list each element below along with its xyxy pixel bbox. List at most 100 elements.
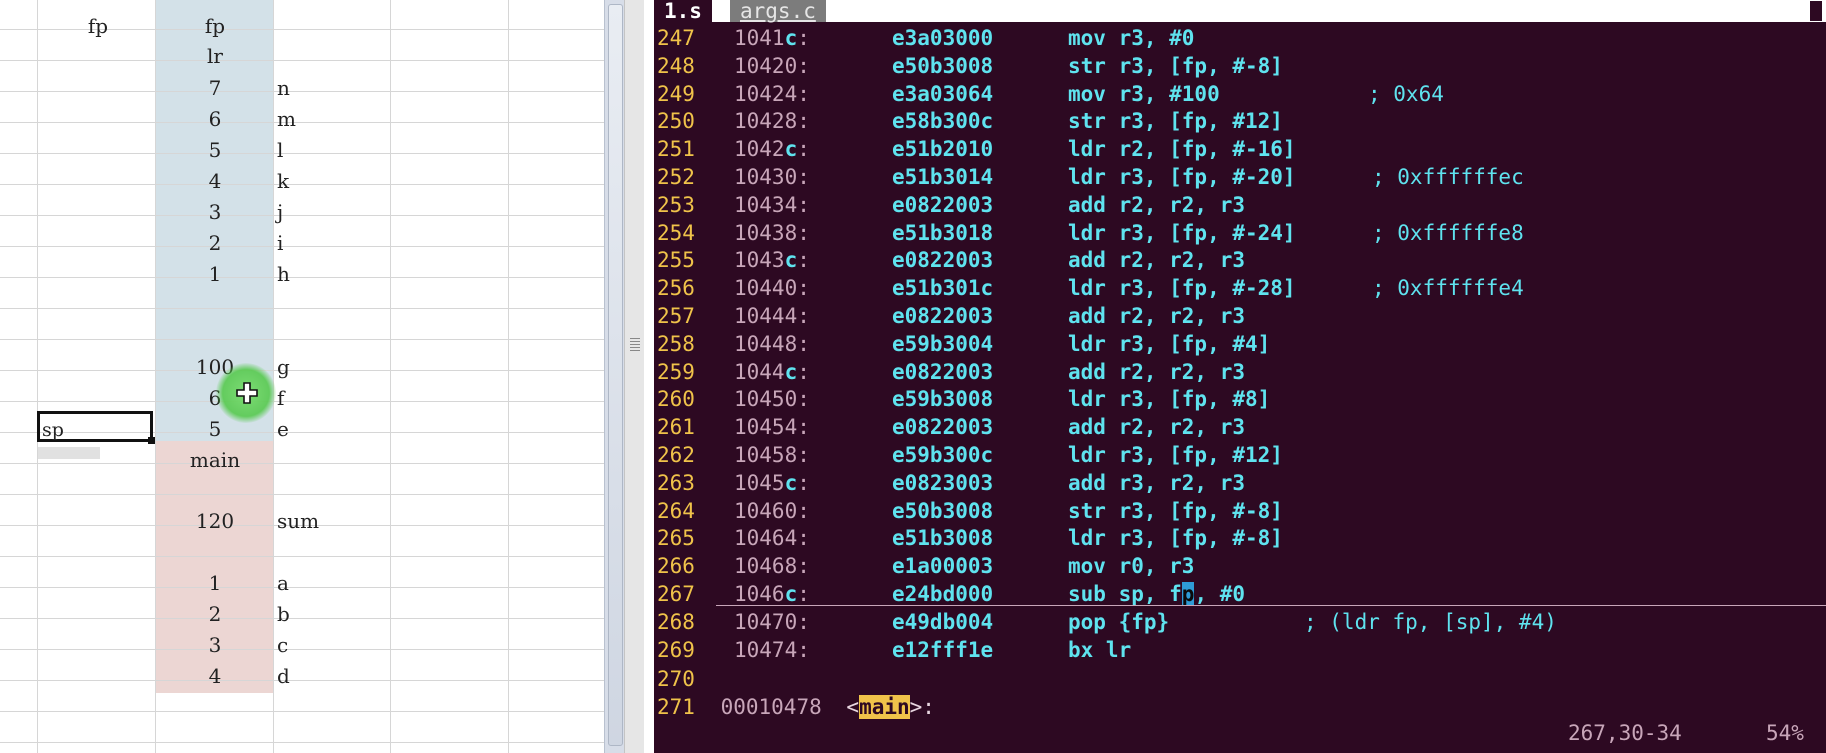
stack-value-cell[interactable]: 120 xyxy=(156,509,274,533)
code-line[interactable]: 268 10470: e49db004 pop {fp} ; (ldr fp, [sp]… xyxy=(654,610,1826,636)
tab-1-s[interactable]: 1.s xyxy=(654,0,712,22)
stack-label-cell[interactable]: m xyxy=(277,107,296,131)
code-line[interactable]: 261 10454: e0822003 add r2, r2, r3 xyxy=(654,415,1826,441)
code-line[interactable]: 255 1043c: e0822003 add r2, r2, r3 xyxy=(654,248,1826,274)
vim-editor-pane[interactable]: 1.s args.c 247 1041c: e3a03000 mov r3, #0 24… xyxy=(654,0,1826,753)
assembly-instruction[interactable]: bx lr xyxy=(1068,638,1131,662)
address-colon: : xyxy=(797,470,810,495)
address-hex-digit: c xyxy=(784,137,798,162)
code-line-271[interactable]: 271 00010478 <main>: xyxy=(657,695,935,719)
code-line[interactable]: 258 10448: e59b3004 ldr r3, [fp, #4] xyxy=(654,332,1826,358)
assembly-instruction[interactable]: add r2, r2, r3 xyxy=(1068,360,1245,384)
address-digits: 10470 xyxy=(734,609,798,634)
assembly-instruction[interactable]: mov r3, #0 xyxy=(1068,26,1194,50)
assembly-instruction[interactable]: ldr r2, [fp, #-16] xyxy=(1068,137,1296,161)
stack-value-cell[interactable]: 3 xyxy=(156,200,274,224)
scrollbar-thumb[interactable] xyxy=(608,4,623,746)
assembly-instruction[interactable]: ldr r3, [fp, #4] xyxy=(1068,332,1270,356)
stack-value-cell[interactable]: 1 xyxy=(156,262,274,286)
assembly-instruction[interactable]: add r2, r2, r3 xyxy=(1068,304,1245,328)
code-line[interactable]: 266 10468: e1a00003 mov r0, r3 xyxy=(654,554,1826,580)
sheet-vertical-scrollbar[interactable] xyxy=(604,0,625,753)
assembly-instruction[interactable]: ldr r3, [fp, #-28] xyxy=(1068,276,1296,300)
stack-label-cell[interactable]: k xyxy=(277,169,289,193)
stack-value-cell[interactable]: 3 xyxy=(156,633,274,657)
stack-label-cell[interactable]: n xyxy=(277,76,290,100)
line-number: 259 xyxy=(657,359,695,384)
code-line[interactable]: 257 10444: e0822003 add r2, r2, r3 xyxy=(654,304,1826,330)
cell-drag-ghost xyxy=(38,447,100,459)
address-digits: 10454 xyxy=(734,415,798,440)
stack-value-cell[interactable]: 2 xyxy=(156,602,274,626)
grid-row-line xyxy=(0,278,604,309)
code-line[interactable]: 259 1044c: e0822003 add r2, r2, r3 xyxy=(654,360,1826,386)
stack-value-cell[interactable]: 5 xyxy=(156,138,274,162)
code-line[interactable]: 253 10434: e0822003 add r2, r2, r3 xyxy=(654,193,1826,219)
stack-value-cell[interactable]: 4 xyxy=(156,169,274,193)
assembly-instruction[interactable]: mov r3, #100 xyxy=(1068,82,1220,106)
stack-label-cell[interactable]: e xyxy=(277,417,289,441)
code-line[interactable]: 254 10438: e51b3018 ldr r3, [fp, #-24] ; 0xf… xyxy=(654,221,1826,247)
assembly-instruction[interactable]: sub sp, fp, #0 xyxy=(1068,582,1245,606)
stack-label-cell[interactable]: l xyxy=(277,138,283,162)
sp-pointer-label[interactable]: sp xyxy=(42,419,64,441)
code-line[interactable]: 269 10474: e12fff1e bx lr xyxy=(654,638,1826,664)
assembly-instruction[interactable]: ldr r3, [fp, #8] xyxy=(1068,387,1270,411)
code-line[interactable]: 264 10460: e50b3008 str r3, [fp, #-8] xyxy=(654,499,1826,525)
assembly-instruction[interactable]: ldr r3, [fp, #-24] xyxy=(1068,221,1296,245)
stack-label-cell[interactable]: f xyxy=(277,386,284,410)
assembly-instruction[interactable]: str r3, [fp, #12] xyxy=(1068,109,1283,133)
grid-row-line xyxy=(0,557,604,588)
opcode-hex: e59b3004 xyxy=(892,331,994,356)
tabline-close-icon[interactable] xyxy=(1810,1,1822,21)
assembly-instruction[interactable]: pop {fp} xyxy=(1068,610,1169,634)
assembly-instruction[interactable]: mov r0, r3 xyxy=(1068,554,1194,578)
stack-value-cell[interactable]: 6 xyxy=(156,107,274,131)
opcode-hex: e49db004 xyxy=(892,609,994,634)
splitter-grip-icon[interactable] xyxy=(630,338,640,352)
code-line[interactable]: 250 10428: e58b300c str r3, [fp, #12] xyxy=(654,109,1826,135)
address-colon: : xyxy=(797,26,810,50)
assembly-instruction[interactable]: add r2, r2, r3 xyxy=(1068,248,1245,272)
stack-label-cell[interactable]: d xyxy=(277,664,290,688)
stack-value-cell[interactable]: fp xyxy=(156,14,274,38)
fp-pointer-label[interactable]: fp xyxy=(40,14,156,38)
opcode-hex: e59b300c xyxy=(892,443,994,467)
stack-value-cell[interactable]: 4 xyxy=(156,664,274,688)
stack-value-cell[interactable]: 7 xyxy=(156,76,274,100)
assembly-instruction[interactable]: add r3, r2, r3 xyxy=(1068,471,1245,495)
stack-label-cell[interactable]: h xyxy=(277,262,290,286)
assembly-comment: ; 0xffffffe4 xyxy=(1372,276,1524,301)
tab-args-c[interactable]: args.c xyxy=(730,0,826,22)
assembly-instruction[interactable]: ldr r3, [fp, #12] xyxy=(1068,443,1283,467)
fill-handle[interactable] xyxy=(148,437,155,444)
code-line[interactable]: 249 10424: e3a03064 mov r3, #100 ; 0x64 xyxy=(654,82,1826,108)
code-line[interactable]: 262 10458: e59b300c ldr r3, [fp, #12] xyxy=(654,443,1826,469)
code-line[interactable]: 248 10420: e50b3008 str r3, [fp, #-8] xyxy=(654,54,1826,80)
code-line[interactable]: 260 10450: e59b3008 ldr r3, [fp, #8] xyxy=(654,387,1826,413)
assembly-instruction[interactable]: add r2, r2, r3 xyxy=(1068,193,1245,217)
code-line[interactable]: 247 1041c: e3a03000 mov r3, #0 xyxy=(654,26,1826,52)
stack-label-cell[interactable]: i xyxy=(277,231,283,255)
assembly-instruction[interactable]: str r3, [fp, #-8] xyxy=(1068,499,1283,523)
stack-label-cell[interactable]: g xyxy=(277,355,290,379)
stack-label-cell[interactable]: b xyxy=(277,602,290,626)
stack-label-cell[interactable]: c xyxy=(277,633,288,657)
pane-splitter[interactable] xyxy=(624,0,646,753)
stack-label-cell[interactable]: a xyxy=(277,571,289,595)
stack-value-cell[interactable]: main xyxy=(156,448,274,472)
stack-label-cell[interactable]: sum xyxy=(277,509,319,533)
code-line[interactable]: 251 1042c: e51b2010 ldr r2, [fp, #-16] xyxy=(654,137,1826,163)
code-line[interactable]: 265 10464: e51b3008 ldr r3, [fp, #-8] xyxy=(654,526,1826,552)
assembly-instruction[interactable]: add r2, r2, r3 xyxy=(1068,415,1245,439)
code-line[interactable]: 252 10430: e51b3014 ldr r3, [fp, #-20] ; 0xf… xyxy=(654,165,1826,191)
assembly-instruction[interactable]: str r3, [fp, #-8] xyxy=(1068,54,1283,78)
code-line[interactable]: 256 10440: e51b301c ldr r3, [fp, #-28] ; 0xf… xyxy=(654,276,1826,302)
assembly-instruction[interactable]: ldr r3, [fp, #-20] xyxy=(1068,165,1296,189)
assembly-instruction[interactable]: ldr r3, [fp, #-8] xyxy=(1068,526,1283,550)
stack-value-cell[interactable]: 2 xyxy=(156,231,274,255)
stack-value-cell[interactable]: 1 xyxy=(156,571,274,595)
code-line[interactable]: 263 1045c: e0823003 add r3, r2, r3 xyxy=(654,471,1826,497)
stack-value-cell[interactable]: lr xyxy=(156,44,274,68)
stack-label-cell[interactable]: j xyxy=(277,200,283,224)
